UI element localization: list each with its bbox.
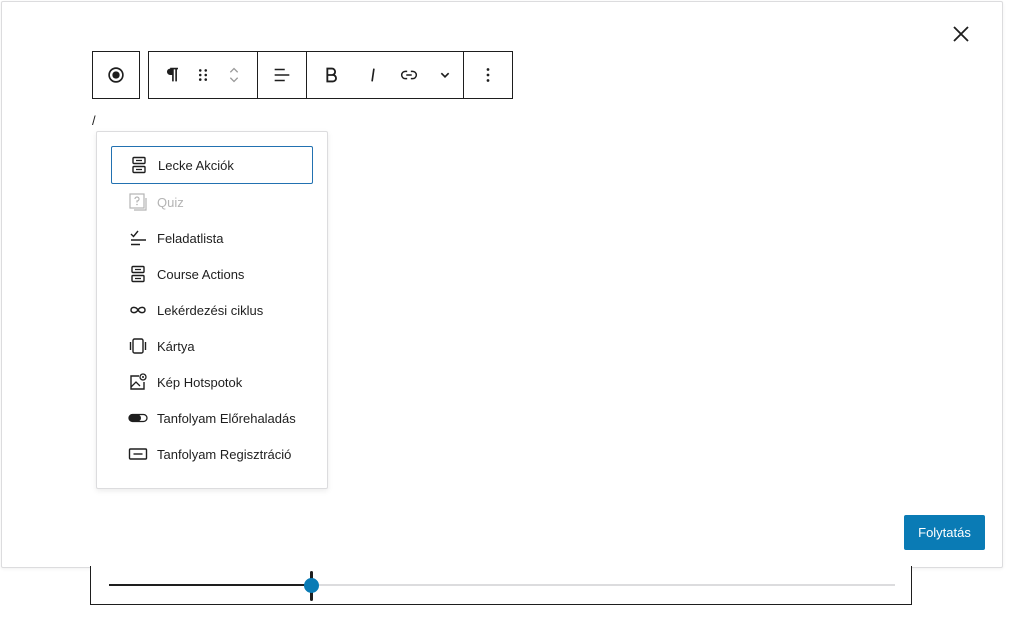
inserter-item-tanfolyam-elorehaladas[interactable]: Tanfolyam Előrehaladás xyxy=(111,399,313,437)
inserter-item-label: Lekérdezési ciklus xyxy=(157,302,264,318)
italic-icon xyxy=(371,68,375,82)
toolbar-group-format xyxy=(307,51,464,99)
inserter-item-quiz[interactable]: Quiz xyxy=(111,183,313,221)
slider-handle[interactable] xyxy=(303,578,319,593)
stack-icon xyxy=(126,262,150,286)
image-hotspot-icon xyxy=(126,370,150,394)
drag-handle-button[interactable] xyxy=(195,52,211,98)
chevron-down-icon xyxy=(440,72,450,79)
block-type-button[interactable] xyxy=(93,52,139,98)
inserter-item-label: Kártya xyxy=(157,338,195,354)
paragraph-icon xyxy=(166,67,178,82)
toolbar-group-paragraph xyxy=(148,51,258,99)
inserter-item-kartya[interactable]: Kártya xyxy=(111,327,313,365)
card-icon xyxy=(126,334,150,358)
inserter-item-feladatlista[interactable]: Feladatlista xyxy=(111,219,313,257)
toolbar-group-align xyxy=(258,51,307,99)
inserter-item-label: Tanfolyam Előrehaladás xyxy=(157,410,296,426)
quiz-icon xyxy=(126,190,150,214)
inserter-item-lekerdezesi-ciklus[interactable]: Lekérdezési ciklus xyxy=(111,291,313,329)
close-button[interactable] xyxy=(947,20,975,48)
record-icon xyxy=(108,67,124,83)
inserter-item-kep-hotspotok[interactable]: Kép Hotspotok xyxy=(111,363,313,401)
checklist-icon xyxy=(126,226,150,250)
align-left-icon xyxy=(274,68,290,82)
more-options-button[interactable] xyxy=(464,52,512,98)
more-options-icon xyxy=(486,68,490,82)
paragraph-button[interactable] xyxy=(149,52,195,98)
inserter-item-label: Kép Hotspotok xyxy=(157,374,243,390)
move-up-down-icon xyxy=(229,67,239,83)
inserter-item-label: Course Actions xyxy=(157,266,245,282)
modal-dialog: / Lecke Akciók Quiz Feladatlista Course … xyxy=(1,1,1003,568)
inserter-item-label: Quiz xyxy=(157,194,184,210)
bold-icon xyxy=(326,67,337,83)
bold-button[interactable] xyxy=(307,52,355,98)
inserter-item-label: Lecke Akciók xyxy=(158,157,234,173)
button-icon xyxy=(126,442,150,466)
move-up-down-button[interactable] xyxy=(211,52,257,98)
close-icon xyxy=(953,26,969,42)
progress-slider-block xyxy=(90,566,912,605)
link-button[interactable] xyxy=(391,52,427,98)
toolbar-group-options xyxy=(464,51,513,99)
block-toolbar xyxy=(92,51,513,99)
inserter-item-label: Tanfolyam Regisztráció xyxy=(157,446,292,462)
continue-button[interactable]: Folytatás xyxy=(904,515,985,550)
link-icon xyxy=(400,70,418,80)
inserter-item-label: Feladatlista xyxy=(157,230,224,246)
italic-button[interactable] xyxy=(355,52,391,98)
inserter-item-tanfolyam-regisztracio[interactable]: Tanfolyam Regisztráció xyxy=(111,435,313,473)
editor-slash-text[interactable]: / xyxy=(92,113,96,128)
slider-track-fill xyxy=(109,584,311,586)
inserter-item-lecke-akciok[interactable]: Lecke Akciók xyxy=(111,146,313,184)
progress-toggle-icon xyxy=(126,406,150,430)
toolbar-group-block-type xyxy=(92,51,140,99)
block-inserter-popover: Lecke Akciók Quiz Feladatlista Course Ac… xyxy=(96,131,328,489)
more-formatting-button[interactable] xyxy=(427,52,463,98)
stack-icon xyxy=(127,153,151,177)
drag-handle-icon xyxy=(198,69,208,81)
align-button[interactable] xyxy=(258,52,306,98)
loop-icon xyxy=(126,298,150,322)
inserter-item-course-actions[interactable]: Course Actions xyxy=(111,255,313,293)
